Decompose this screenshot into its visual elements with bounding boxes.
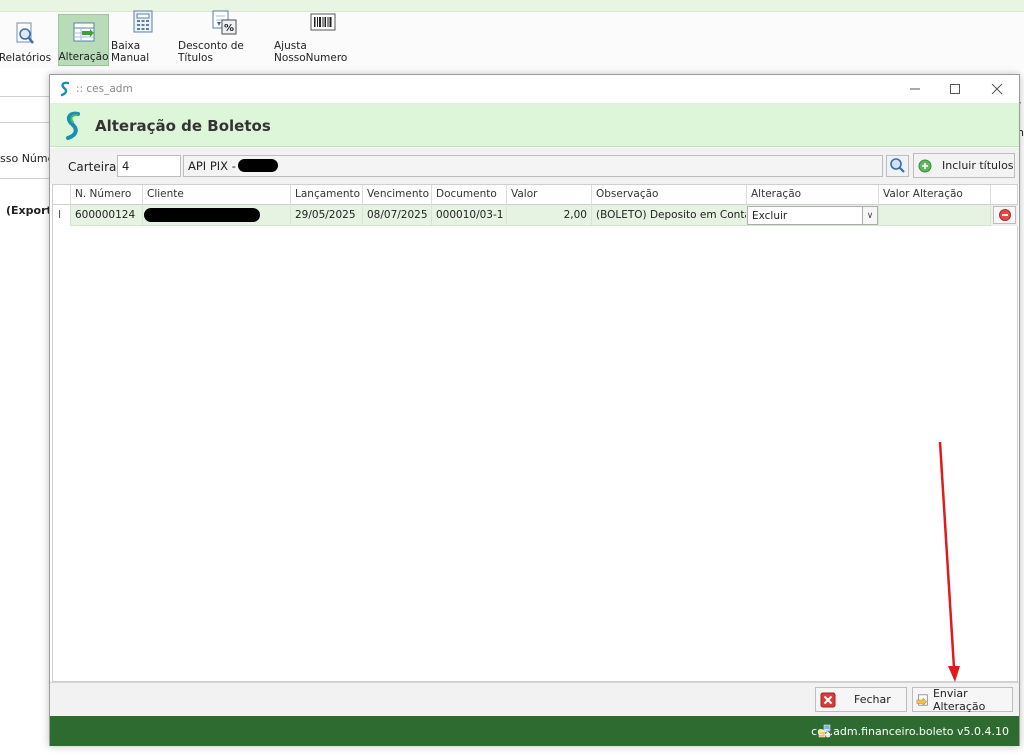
annotation-arrow <box>938 441 960 682</box>
